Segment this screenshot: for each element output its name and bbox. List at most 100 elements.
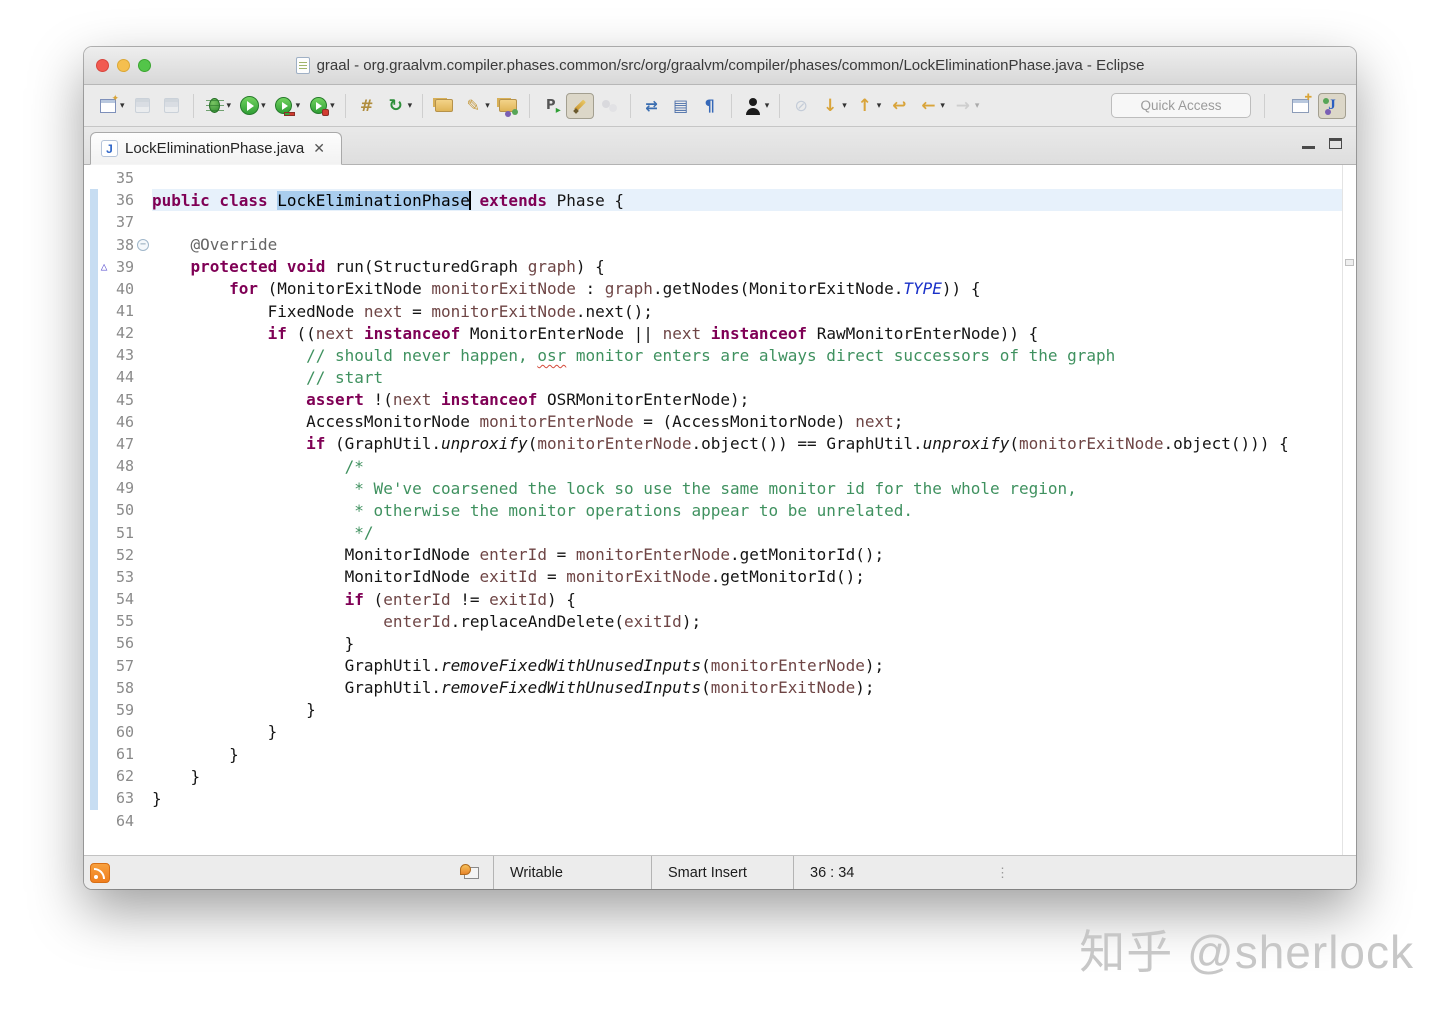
code-text[interactable] bbox=[152, 167, 1342, 189]
code-text[interactable]: if (GraphUtil. unproxify(monitorEnterNode… bbox=[152, 433, 1342, 455]
code-text[interactable]: GraphUtil. removeFixedWithUnusedInputs(mo… bbox=[152, 654, 1342, 676]
code-text[interactable]: /* bbox=[152, 455, 1342, 477]
code-line-41[interactable]: 41 FixedNode next = monitorExitNode .next… bbox=[90, 299, 1342, 323]
code-text[interactable] bbox=[152, 211, 1342, 233]
code-line-40[interactable]: 40 for (MonitorExitNode monitorExitNode … bbox=[90, 277, 1342, 300]
code-line-60[interactable]: 60 } bbox=[90, 720, 1342, 744]
format-brush-button[interactable] bbox=[565, 92, 594, 119]
code-line-62[interactable]: 62 } bbox=[90, 765, 1342, 788]
trim-overflow-handle[interactable]: ⋮ bbox=[996, 865, 1010, 881]
user-account-button[interactable]: ▾ bbox=[739, 93, 773, 119]
editor-mode-cell[interactable] bbox=[450, 856, 494, 889]
link-with-editor-button[interactable]: ⇄ bbox=[638, 93, 666, 119]
code-line-48[interactable]: 48 /* bbox=[90, 455, 1342, 478]
new-java-project-button[interactable]: # bbox=[353, 93, 381, 119]
code-line-44[interactable]: 44 // start bbox=[90, 366, 1342, 389]
code-line-42[interactable]: 42 if ((next instanceof MonitorEnterNode… bbox=[90, 322, 1342, 345]
code-text[interactable]: assert !(next instanceof OSRMonitorEnter… bbox=[152, 389, 1342, 411]
code-text[interactable]: * otherwise the monitor operations appea… bbox=[152, 499, 1342, 521]
close-window-button[interactable] bbox=[96, 59, 109, 72]
open-perspective-button[interactable] bbox=[1286, 93, 1314, 119]
code-line-37[interactable]: 37 bbox=[90, 211, 1342, 234]
code-text[interactable]: } bbox=[152, 721, 1342, 743]
update-project-button[interactable]: ↻ ▾ bbox=[382, 93, 416, 119]
code-line-35[interactable]: 35 bbox=[90, 167, 1342, 189]
code-text[interactable]: GraphUtil. removeFixedWithUnusedInputs(mo… bbox=[152, 677, 1342, 699]
next-annotation-dropdown-icon[interactable]: ▾ bbox=[842, 100, 847, 111]
code-text[interactable]: } bbox=[152, 787, 1342, 809]
minimize-view-button[interactable] bbox=[1302, 146, 1315, 149]
coverage-dropdown-icon[interactable]: ▾ bbox=[296, 100, 301, 111]
code-line-59[interactable]: 59 } bbox=[90, 698, 1342, 721]
previous-annotation-dropdown-icon[interactable]: ▾ bbox=[877, 100, 882, 111]
tab-lockeliminationphase[interactable]: J LockEliminationPhase.java ✕ bbox=[90, 132, 342, 165]
user-account-dropdown-icon[interactable]: ▾ bbox=[765, 100, 770, 111]
code-line-56[interactable]: 56 } bbox=[90, 632, 1342, 655]
search-pencil-dropdown-icon[interactable]: ▾ bbox=[485, 100, 490, 111]
code-text[interactable]: for (MonitorExitNode monitorExitNode : g… bbox=[152, 278, 1342, 300]
code-text[interactable]: // start bbox=[152, 366, 1342, 388]
open-type-folder-button[interactable] bbox=[494, 93, 522, 119]
overview-ruler[interactable] bbox=[1342, 165, 1356, 855]
code-line-43[interactable]: 43 // should never happen, osr monitor e… bbox=[90, 344, 1342, 367]
feed-icon[interactable] bbox=[90, 862, 110, 883]
java-perspective-button[interactable]: J bbox=[1318, 92, 1346, 119]
debug-dropdown-icon[interactable]: ▾ bbox=[227, 100, 232, 111]
code-text[interactable]: if (enterId != exitId) { bbox=[152, 588, 1342, 610]
code-text[interactable]: if ((next instanceof MonitorEnterNode ||… bbox=[152, 322, 1342, 344]
code-line-55[interactable]: 55 enterId .replaceAndDelete(exitId); bbox=[90, 610, 1342, 633]
run-button[interactable]: ▾ bbox=[235, 93, 269, 119]
update-project-dropdown-icon[interactable]: ▾ bbox=[408, 100, 413, 111]
code-text[interactable]: protected void run(StructuredGraph graph… bbox=[152, 256, 1342, 278]
new-wizard-dropdown-icon[interactable]: ▾ bbox=[120, 100, 125, 111]
forward-history-dropdown-icon[interactable]: ▾ bbox=[975, 100, 980, 111]
code-line-50[interactable]: 50 * otherwise the monitor operations ap… bbox=[90, 499, 1342, 522]
run-dropdown-icon[interactable]: ▾ bbox=[261, 100, 266, 111]
code-line-58[interactable]: 58 GraphUtil. removeFixedWithUnusedInputs… bbox=[90, 676, 1342, 699]
debug-button[interactable]: ▾ bbox=[201, 93, 235, 119]
coverage-button[interactable]: ▾ bbox=[270, 93, 304, 119]
open-task-button[interactable] bbox=[430, 93, 458, 119]
minimize-window-button[interactable] bbox=[117, 59, 130, 72]
profile-dropdown-icon[interactable]: ▾ bbox=[330, 100, 335, 111]
zoom-window-button[interactable] bbox=[138, 59, 151, 72]
fold-collapse-icon[interactable]: − bbox=[134, 238, 152, 251]
next-annotation-button[interactable]: ↓ ▾ bbox=[816, 93, 850, 119]
code-line-38[interactable]: 38− @Override bbox=[90, 233, 1342, 256]
code-text[interactable]: public class LockEliminationPhase extend… bbox=[152, 189, 1342, 212]
quick-access-input[interactable] bbox=[1111, 93, 1251, 118]
code-text[interactable]: MonitorIdNode enterId = monitorEnterNode… bbox=[152, 544, 1342, 566]
code-line-51[interactable]: 51 */ bbox=[90, 521, 1342, 544]
code-text[interactable]: // should never happen, osr monitor ente… bbox=[152, 344, 1342, 366]
code-text[interactable]: */ bbox=[152, 522, 1342, 544]
maximize-view-button[interactable] bbox=[1329, 138, 1342, 149]
previous-annotation-button[interactable]: ↑ ▾ bbox=[851, 93, 885, 119]
show-whitespace-button[interactable]: ¶ bbox=[696, 93, 724, 119]
code-line-46[interactable]: 46 AccessMonitorNode monitorEnterNode = … bbox=[90, 410, 1342, 433]
code-text[interactable]: } bbox=[152, 765, 1342, 787]
tab-close-icon[interactable]: ✕ bbox=[313, 140, 325, 157]
occurrence-marker[interactable] bbox=[1345, 259, 1354, 266]
code-line-63[interactable]: 63} bbox=[90, 787, 1342, 810]
code-line-36[interactable]: 36 public class LockEliminationPhase exte… bbox=[90, 189, 1342, 212]
code-text[interactable]: AccessMonitorNode monitorEnterNode = (Ac… bbox=[152, 411, 1342, 433]
code-line-54[interactable]: 54 if (enterId != exitId) { bbox=[90, 587, 1342, 611]
code-line-52[interactable]: 52 MonitorIdNode enterId = monitorEnterN… bbox=[90, 543, 1342, 566]
code-text[interactable]: FixedNode next = monitorExitNode .next(); bbox=[152, 300, 1342, 322]
code-line-61[interactable]: 61 } bbox=[90, 743, 1342, 766]
code-text[interactable]: * We've coarsened the lock so use the sa… bbox=[152, 477, 1342, 499]
code-line-47[interactable]: 47 if (GraphUtil. unproxify(monitorEnterN… bbox=[90, 432, 1342, 456]
code-text[interactable]: MonitorIdNode exitId = monitorExitNode .g… bbox=[152, 566, 1342, 588]
code-text[interactable]: enterId .replaceAndDelete(exitId); bbox=[152, 610, 1342, 632]
code-editor[interactable]: 35 36 public class LockEliminationPhase ex… bbox=[84, 165, 1356, 855]
code-line-45[interactable]: 45 assert !(next instanceof OSRMonitorEn… bbox=[90, 388, 1342, 411]
code-text[interactable]: } bbox=[152, 743, 1342, 765]
code-line-49[interactable]: 49 * We've coarsened the lock so use the… bbox=[90, 477, 1342, 500]
new-wizard-button[interactable]: ▾ bbox=[94, 93, 128, 119]
profile-button[interactable]: ▾ bbox=[304, 93, 338, 119]
show-documents-button[interactable]: ▤ bbox=[667, 93, 695, 119]
code-line-64[interactable]: 64 bbox=[90, 810, 1342, 832]
code-line-57[interactable]: 57 GraphUtil. removeFixedWithUnusedInputs… bbox=[90, 654, 1342, 677]
title-bar[interactable]: graal - org.graalvm.compiler.phases.comm… bbox=[84, 47, 1356, 85]
search-pencil-button[interactable]: ✎ ▾ bbox=[459, 93, 493, 119]
